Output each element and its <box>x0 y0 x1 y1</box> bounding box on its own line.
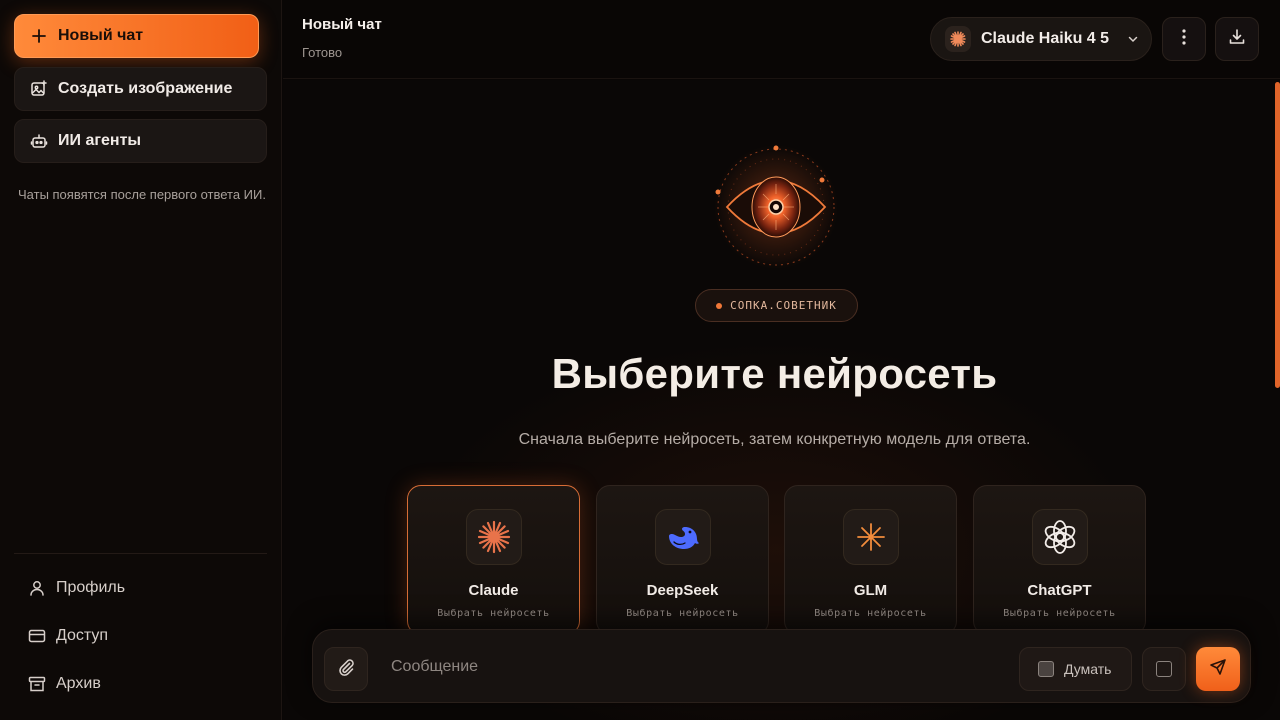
model-name: Claude Haiku 4 5 <box>981 30 1110 47</box>
chevron-down-icon <box>1127 33 1139 45</box>
model-selector[interactable]: Claude Haiku 4 5 <box>930 17 1152 61</box>
provider-sub: Выбрать нейросеть <box>1003 608 1116 619</box>
claude-icon <box>466 509 522 565</box>
page-title: Выберите нейросеть <box>551 350 998 397</box>
user-icon <box>28 579 46 597</box>
deepseek-whale-icon <box>655 509 711 565</box>
new-chat-button[interactable]: Новый чат <box>14 14 259 58</box>
provider-card-claude[interactable]: Claude Выбрать нейросеть <box>407 485 580 635</box>
ai-agents-button[interactable]: ИИ агенты <box>14 119 267 163</box>
tag-dot <box>716 302 723 309</box>
attach-button[interactable] <box>324 647 368 691</box>
provider-name: ChatGPT <box>1027 582 1092 599</box>
paperclip-icon <box>337 658 355 681</box>
chat-status: Готово <box>302 45 343 60</box>
claude-icon <box>945 26 971 52</box>
sidebar-item-label: Профиль <box>56 579 126 596</box>
sidebar-divider <box>14 553 267 554</box>
think-toggle[interactable]: Думать <box>1019 647 1132 691</box>
provider-name: DeepSeek <box>646 582 719 599</box>
chat-header: Новый чат Готово Claude Haiku 4 5 <box>283 0 1280 79</box>
provider-name: Claude <box>468 582 519 599</box>
brand-tag: СОПКА.СОВЕТНИК <box>695 289 858 322</box>
message-input[interactable] <box>391 652 991 682</box>
scrollbar[interactable] <box>1275 82 1280 388</box>
create-image-label: Создать изображение <box>58 80 233 97</box>
provider-sub: Выбрать нейросеть <box>814 608 927 619</box>
provider-cards: Claude Выбрать нейросеть DeepSeek Выбрат… <box>407 485 1147 635</box>
glm-icon <box>843 509 899 565</box>
provider-sub: Выбрать нейросеть <box>437 608 550 619</box>
sidebar-item-archive[interactable]: Архив <box>28 672 101 696</box>
provider-card-deepseek[interactable]: DeepSeek Выбрать нейросеть <box>596 485 769 635</box>
brand-tag-label: СОПКА.СОВЕТНИК <box>730 299 837 312</box>
page-subtitle: Сначала выберите нейросеть, затем конкре… <box>518 431 1031 448</box>
more-vertical-icon <box>1182 28 1186 50</box>
sidebar: Новый чат Создать изображение ИИ агенты <box>0 0 282 720</box>
card-icon <box>28 627 46 645</box>
image-plus-icon <box>30 80 48 98</box>
app-root: Новый чат Создать изображение ИИ агенты <box>0 0 1280 720</box>
send-icon <box>1209 658 1227 681</box>
plus-icon <box>30 27 48 45</box>
more-options-button[interactable] <box>1162 17 1206 61</box>
new-chat-label: Новый чат <box>58 27 144 44</box>
checkbox-icon <box>1156 661 1172 677</box>
main-area: СОПКА.СОВЕТНИК Выберите нейросеть Сначал… <box>283 80 1280 720</box>
sidebar-item-profile[interactable]: Профиль <box>28 576 125 600</box>
sidebar-item-label: Архив <box>56 675 101 692</box>
provider-card-glm[interactable]: GLM Выбрать нейросеть <box>784 485 957 635</box>
eye-logo-icon <box>703 142 849 272</box>
send-button[interactable] <box>1196 647 1240 691</box>
option-toggle-button[interactable] <box>1142 647 1186 691</box>
ai-agents-label: ИИ агенты <box>58 132 142 149</box>
download-button[interactable] <box>1215 17 1259 61</box>
chat-title: Новый чат <box>302 16 382 33</box>
think-checkbox[interactable] <box>1038 661 1054 677</box>
bot-icon <box>30 132 48 150</box>
think-label: Думать <box>1064 661 1112 677</box>
sidebar-item-access[interactable]: Доступ <box>28 624 108 648</box>
openai-icon <box>1032 509 1088 565</box>
download-icon <box>1228 28 1246 51</box>
create-image-button[interactable]: Создать изображение <box>14 67 267 111</box>
provider-card-chatgpt[interactable]: ChatGPT Выбрать нейросеть <box>973 485 1146 635</box>
provider-sub: Выбрать нейросеть <box>626 608 739 619</box>
empty-chats-note: Чаты появятся после первого ответа ИИ. <box>18 187 266 202</box>
archive-icon <box>28 675 46 693</box>
sidebar-item-label: Доступ <box>56 627 109 644</box>
message-composer: Думать <box>312 629 1251 703</box>
provider-name: GLM <box>853 582 888 599</box>
